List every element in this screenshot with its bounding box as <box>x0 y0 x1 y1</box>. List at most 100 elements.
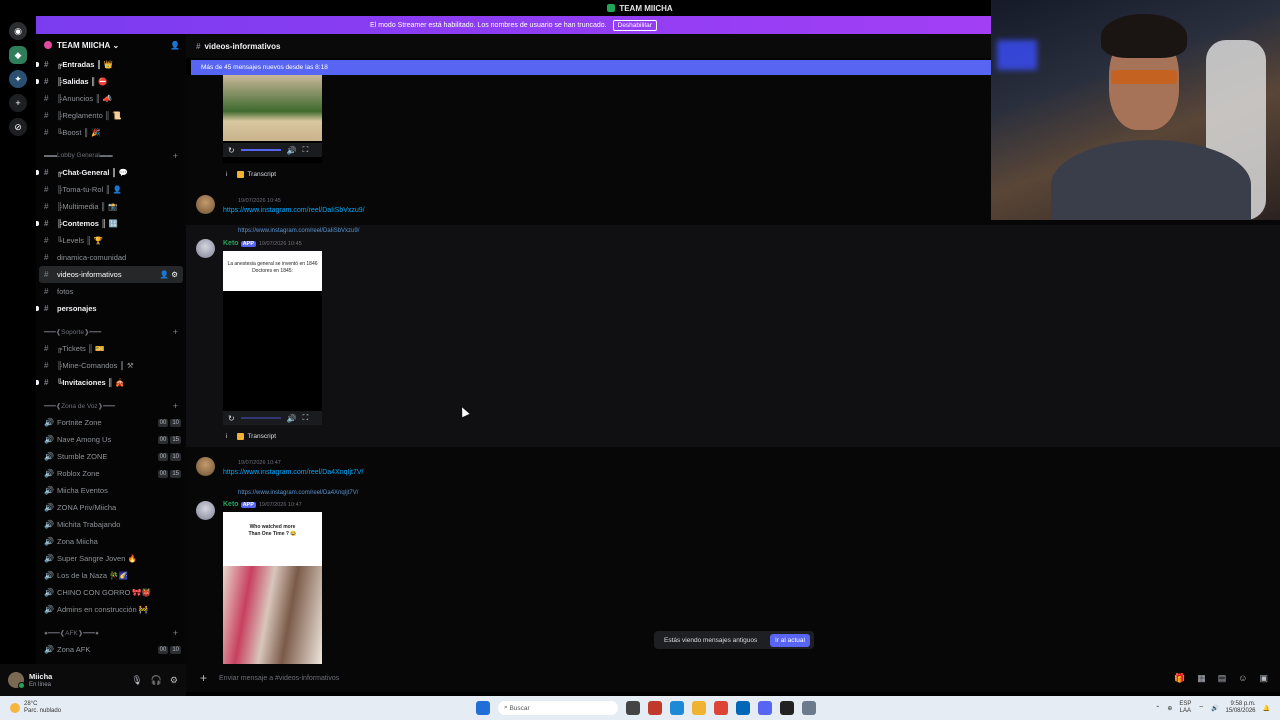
taskbar-search[interactable]: ⌕ Buscar <box>498 701 618 715</box>
wifi-icon[interactable]: ⌔ <box>1198 704 1204 712</box>
category-voz[interactable]: ━━━❰Zona de Voz❱━━━ + <box>36 397 186 414</box>
invite-icon[interactable]: 👤 <box>160 270 169 279</box>
channel-item[interactable]: # ╠Multimedia ║ 📸 <box>36 198 186 215</box>
channel-item[interactable]: # ╠Anuncios ║ 📣 <box>36 90 186 107</box>
video-embed[interactable]: La anestesia general se inventó en 1846 … <box>223 251 322 425</box>
channel-item[interactable]: # ╚Levels ║ 🏆 <box>36 232 186 249</box>
volume-icon[interactable]: 🔊 <box>287 414 297 423</box>
network-icon[interactable]: ⊕ <box>1167 705 1172 712</box>
gear-icon[interactable]: ⚙ <box>170 675 178 686</box>
channel-item[interactable]: # ╚Invitaciones ║ 🎪 <box>36 374 186 391</box>
channel-item[interactable]: # ╠Toma-tu-Rol ║ 👤 <box>36 181 186 198</box>
voice-channel[interactable]: 🔊 Michita Trabajando <box>36 516 186 533</box>
apps-icon[interactable]: ▣ <box>1259 673 1268 684</box>
obs-icon[interactable] <box>780 701 794 715</box>
discord-icon[interactable] <box>758 701 772 715</box>
reply-reference[interactable]: https://www.instagram.com/reel/Da4XnqIjt… <box>238 490 358 496</box>
explore-icon[interactable]: ⊘ <box>9 118 27 136</box>
disable-streamer-button[interactable]: Deshabilitar <box>612 19 657 31</box>
add-member-icon[interactable]: 👤 <box>170 41 180 50</box>
avatar[interactable] <box>196 501 215 520</box>
channel-item[interactable]: # dinamica-comunidad <box>36 249 186 266</box>
store-icon[interactable] <box>736 701 750 715</box>
voice-channel[interactable]: 🔊 Nave Among Us 00 15 <box>36 431 186 448</box>
voice-channel[interactable]: 🔊 Stumble ZONE 00 10 <box>36 448 186 465</box>
channel-item[interactable]: # ╔Chat-General ║ 💬 <box>36 164 186 181</box>
replay-icon[interactable]: ↻ <box>228 146 235 155</box>
chevron-up-icon[interactable]: ⌃ <box>1155 705 1160 712</box>
voice-channel[interactable]: 🔊 CHINO CON GORRO 🎀👹 <box>36 584 186 601</box>
voice-channel[interactable]: 🔊 Miicha Eventos <box>36 482 186 499</box>
clock[interactable]: 9:58 p.m. 15/08/2026 <box>1225 701 1255 715</box>
jump-to-present-button[interactable]: Ir al actual <box>770 633 810 647</box>
chrome-icon[interactable] <box>714 701 728 715</box>
avatar[interactable] <box>196 457 215 476</box>
message-author[interactable]: Keto APP 19/07/2026 10:47 <box>223 501 302 508</box>
info-button[interactable]: i <box>226 171 227 178</box>
video-embed[interactable]: Who watched more Than One Time ? 😂 <box>223 512 322 664</box>
voice-channel[interactable]: 🔊 Zona AFK 00 10 <box>36 641 186 658</box>
language-indicator[interactable]: ESP LAA <box>1179 701 1191 715</box>
sticker-icon[interactable]: ▤ <box>1218 673 1227 684</box>
server-header[interactable]: TEAM MIICHA ⌄ 👤 <box>36 34 186 56</box>
channel-item[interactable]: # videos-informativos 👤 ⚙ <box>39 266 183 283</box>
progress-bar[interactable] <box>240 417 281 419</box>
channel-item[interactable]: # personajes <box>36 300 186 317</box>
voice-channel[interactable]: 🔊 Roblox Zone 00 15 <box>36 465 186 482</box>
channel-item[interactable]: # ╚Boost ║ 🎉 <box>36 124 186 141</box>
transcript-button[interactable]: Transcript <box>237 433 276 440</box>
voice-channel[interactable]: 🔊 Admins en construcción 🚧 <box>36 601 186 618</box>
add-channel-icon[interactable]: + <box>173 151 178 161</box>
task-view-icon[interactable] <box>626 701 640 715</box>
voice-channel[interactable]: 🔊 Zona Miicha <box>36 533 186 550</box>
avatar[interactable] <box>8 672 25 689</box>
volume-icon[interactable]: 🔊 <box>287 146 297 155</box>
emoji-icon[interactable]: ☺ <box>1238 673 1247 684</box>
server-team-miicha-icon[interactable]: ◆ <box>9 46 27 64</box>
channel-item[interactable]: # ╔Entradas ║ 👑 <box>36 56 186 73</box>
file-explorer-icon[interactable] <box>692 701 706 715</box>
avatar[interactable] <box>196 195 215 214</box>
category-lobby[interactable]: ▬▬Lobby General▬▬ + <box>36 147 186 164</box>
video-embed[interactable]: ↻ 🔊 ⛶ <box>223 75 322 163</box>
add-attachment-icon[interactable]: + <box>200 671 207 685</box>
notification-icon[interactable]: 🔔 <box>1263 705 1270 712</box>
headphones-icon[interactable]: 🎧 <box>151 675 162 686</box>
message-link[interactable]: https://www.instagram.com/reel/DaIiSbVxz… <box>223 207 365 214</box>
transcript-button[interactable]: Transcript <box>237 171 276 178</box>
add-server-icon[interactable]: + <box>9 94 27 112</box>
channel-item[interactable]: # ╠Reglamento ║ 📜 <box>36 107 186 124</box>
add-channel-icon[interactable]: + <box>173 401 178 411</box>
new-messages-bar[interactable]: Más de 45 mensajes nuevos desde las 8:18 <box>191 60 991 75</box>
info-button[interactable]: i <box>226 433 227 440</box>
progress-bar[interactable] <box>240 149 281 151</box>
gift-icon[interactable]: 🎁 <box>1174 673 1185 684</box>
gif-icon[interactable]: ▦ <box>1197 673 1206 684</box>
channel-item[interactable]: # fotos <box>36 283 186 300</box>
add-channel-icon[interactable]: + <box>173 628 178 638</box>
server-icon[interactable]: ✦ <box>9 70 27 88</box>
channel-item[interactable]: # ╔Tickets ║ 🎫 <box>36 340 186 357</box>
message-input[interactable]: Enviar mensaje a #videos-informativos <box>219 675 339 682</box>
voice-channel[interactable]: 🔊 Super Sangre Joven 🔥 <box>36 550 186 567</box>
channel-item[interactable]: # ╠Mine-Comandos ║ ⚒ <box>36 357 186 374</box>
volume-icon[interactable]: 🔊 <box>1211 705 1218 712</box>
weather-widget[interactable]: 28°C Parc. nublado <box>0 701 61 715</box>
message-author[interactable]: Keto APP 19/07/2026 10:45 <box>223 240 302 247</box>
app-icon[interactable] <box>648 701 662 715</box>
settings-icon[interactable] <box>802 701 816 715</box>
fullscreen-icon[interactable]: ⛶ <box>303 413 309 423</box>
edge-icon[interactable] <box>670 701 684 715</box>
category-soporte[interactable]: ━━━❰Soporte❱━━━ + <box>36 323 186 340</box>
message-link[interactable]: https://www.instagram.com/reel/Da4XnqIjt… <box>223 469 363 476</box>
reply-reference[interactable]: https://www.instagram.com/reel/DaIiSbVxz… <box>238 228 359 234</box>
voice-channel[interactable]: 🔊 Los de la Naza 🎋🌠 <box>36 567 186 584</box>
avatar[interactable] <box>196 239 215 258</box>
category-afk[interactable]: ●━━━❰AFK❱━━━● + <box>36 624 186 641</box>
gear-icon[interactable]: ⚙ <box>171 270 178 279</box>
home-icon[interactable]: ◉ <box>9 22 27 40</box>
channel-item[interactable]: # ╠Contemos ║ 🔢 <box>36 215 186 232</box>
fullscreen-icon[interactable]: ⛶ <box>303 145 309 155</box>
voice-channel[interactable]: 🔊 ZONA Priv/Miicha <box>36 499 186 516</box>
replay-icon[interactable]: ↻ <box>228 414 235 423</box>
